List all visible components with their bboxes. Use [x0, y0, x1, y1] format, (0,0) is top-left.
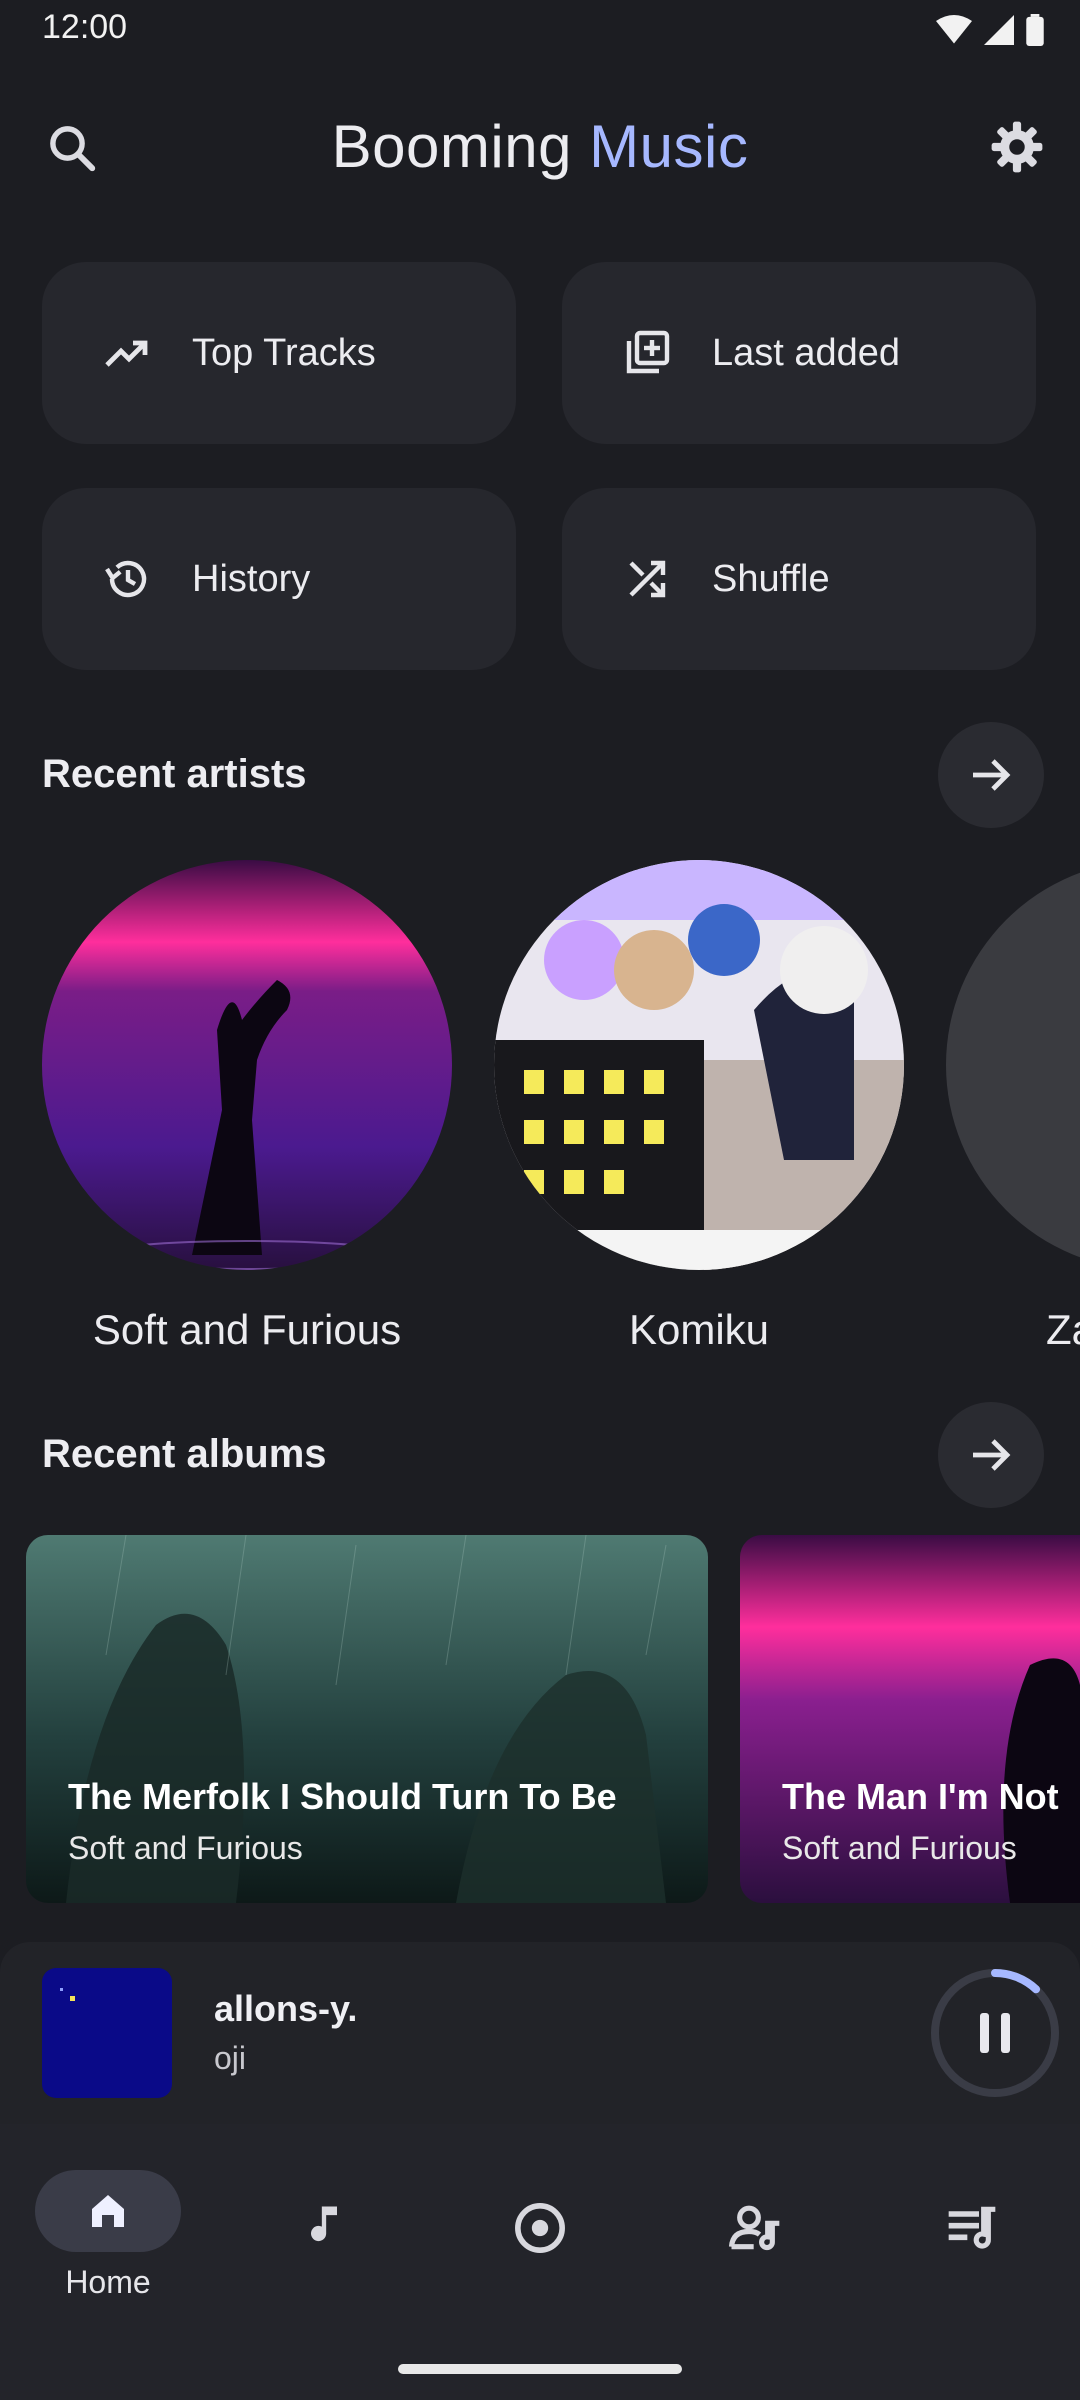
nav-label-home: Home	[65, 2264, 151, 2300]
app-title-primary: Booming	[331, 113, 572, 180]
pause-button[interactable]	[930, 1968, 1060, 2098]
history-icon	[102, 554, 152, 604]
library-add-icon	[622, 328, 672, 378]
home-icon	[35, 2170, 181, 2252]
pause-icon	[980, 2013, 989, 2053]
nav-item-songs[interactable]	[216, 2200, 432, 2252]
battery-icon	[1026, 14, 1044, 46]
nav-item-artists[interactable]	[648, 2200, 864, 2256]
album-title: The Merfolk I Should Turn To Be	[68, 1776, 617, 1817]
top-tracks-label: Top Tracks	[192, 331, 376, 374]
now-playing-art	[42, 1968, 172, 2098]
album-title: The Man I'm Not	[782, 1776, 1059, 1817]
history-label: History	[192, 557, 311, 600]
arrow-right-icon	[973, 1439, 1011, 1471]
music-note-icon	[311, 2206, 337, 2242]
gear-icon[interactable]	[980, 110, 1054, 184]
app-title-accent: Music	[589, 113, 749, 180]
signal-icon	[984, 15, 1014, 45]
artist-card-komiku[interactable]: Komiku	[494, 860, 904, 1354]
nav-item-home[interactable]: Home	[0, 2170, 216, 2301]
recent-artists-title: Recent artists	[42, 752, 307, 796]
album-artist: Soft and Furious	[68, 1830, 303, 1866]
recent-albums-more-button[interactable]	[938, 1402, 1044, 1508]
bottom-nav: Home	[0, 2124, 1080, 2400]
history-button[interactable]: History	[42, 488, 516, 670]
mini-player[interactable]: allons-y. oji	[0, 1942, 1080, 2124]
artist-image	[494, 860, 904, 1270]
now-playing-artist: oji	[214, 2040, 247, 2076]
album-card-merfolk[interactable]: The Merfolk I Should Turn To Be Soft and…	[26, 1535, 708, 1903]
status-icons	[936, 14, 1044, 46]
artist-card-za[interactable]: Za	[946, 860, 1080, 1354]
last-added-button[interactable]: Last added	[562, 262, 1036, 444]
nav-item-playlists[interactable]	[864, 2200, 1080, 2256]
wifi-icon	[936, 15, 972, 44]
now-playing-title: allons-y.	[214, 1988, 358, 2029]
artist-icon	[728, 2205, 780, 2251]
art-star	[70, 1996, 75, 2001]
shuffle-icon	[622, 554, 672, 604]
artist-name: Komiku	[628, 1306, 770, 1353]
recent-artists-more-button[interactable]	[938, 722, 1044, 828]
shuffle-label: Shuffle	[712, 557, 830, 600]
nav-item-albums[interactable]	[432, 2200, 648, 2256]
shuffle-button[interactable]: Shuffle	[562, 488, 1036, 670]
arrow-right-icon	[973, 759, 1011, 791]
artist-name: Za	[1046, 1306, 1080, 1353]
pause-icon	[1001, 2013, 1010, 2053]
playlist-icon	[948, 2206, 996, 2249]
artist-image	[946, 860, 1080, 1270]
last-added-label: Last added	[712, 331, 901, 374]
album-artist: Soft and Furious	[782, 1830, 1017, 1866]
app-title: Booming Music	[0, 112, 1080, 181]
album-card-man-im-not[interactable]: The Man I'm Not Soft and Furious	[740, 1535, 1080, 1903]
artist-card-soft-and-furious[interactable]: Soft and Furious	[42, 860, 452, 1354]
recent-albums-title: Recent albums	[42, 1432, 327, 1476]
gesture-bar	[398, 2364, 682, 2374]
artist-name: Soft and Furious	[92, 1306, 402, 1353]
status-time: 12:00	[42, 8, 128, 46]
trending-up-icon	[102, 328, 152, 378]
art-star	[60, 1988, 63, 1991]
top-tracks-button[interactable]: Top Tracks	[42, 262, 516, 444]
artist-image	[42, 860, 452, 1270]
album-icon	[515, 2203, 565, 2253]
